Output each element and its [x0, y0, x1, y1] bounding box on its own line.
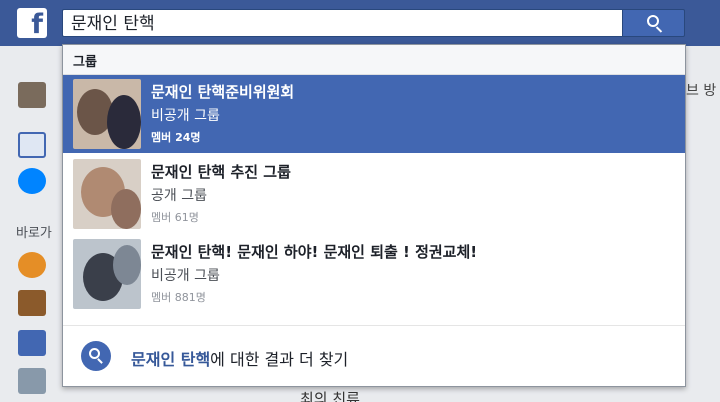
- member-count: 멤버 24명: [151, 131, 201, 144]
- shortcut-icon-1[interactable]: [18, 252, 46, 278]
- search-icon: [81, 341, 111, 371]
- search-query: 문재인 탄핵: [131, 350, 211, 369]
- search-button[interactable]: [622, 9, 685, 37]
- member-count: 멤버 61명: [151, 211, 199, 224]
- logo-letter: f: [31, 9, 43, 40]
- facebook-logo[interactable]: f: [17, 8, 47, 40]
- group-thumbnail: [73, 239, 141, 309]
- profile-avatar[interactable]: [18, 82, 46, 108]
- result-item[interactable]: 문재인 탄핵준비위원회 비공개 그룹 멤버 24명: [63, 75, 685, 153]
- group-privacy: 비공개 그룹: [151, 268, 220, 284]
- shortcuts-label: 바로가: [16, 226, 52, 241]
- group-privacy: 비공개 그룹: [151, 108, 220, 124]
- see-more-results[interactable]: 문재인 탄핵에 대한 결과 더 찾기: [63, 325, 685, 388]
- result-item[interactable]: 문재인 탄핵 추진 그룹 공개 그룹 멤버 61명: [63, 155, 685, 233]
- news-feed-icon[interactable]: [18, 132, 46, 158]
- search-input[interactable]: 문재인 탄핵: [62, 9, 622, 37]
- shortcut-icon-4[interactable]: [18, 368, 46, 394]
- group-privacy: 공개 그룹: [151, 188, 207, 204]
- group-name: 문재인 탄핵 추진 그룹: [151, 163, 291, 181]
- shortcut-icon-2[interactable]: [18, 290, 46, 316]
- messenger-icon[interactable]: [18, 168, 46, 194]
- group-name: 문재인 탄핵! 문재인 하야! 문재인 퇴출 ! 정권교체!: [151, 243, 478, 261]
- left-sidebar: 바로가: [0, 46, 62, 402]
- result-item[interactable]: 문재인 탄핵! 문재인 하야! 문재인 퇴출 ! 정권교체! 비공개 그룹 멤버…: [63, 235, 685, 313]
- search-results-dropdown: 그룹 문재인 탄핵준비위원회 비공개 그룹 멤버 24명 문재인 탄핵 추진 그…: [62, 44, 686, 387]
- group-thumbnail: [73, 79, 141, 149]
- search-icon: [647, 15, 659, 27]
- group-thumbnail: [73, 159, 141, 229]
- see-more-suffix: 에 대한 결과 더 찾기: [210, 350, 349, 369]
- see-more-label: 문재인 탄핵에 대한 결과 더 찾기: [131, 346, 348, 370]
- member-count: 멤버 881명: [151, 291, 206, 304]
- background-text: 브 방: [686, 83, 717, 99]
- groups-section-header: 그룹: [63, 45, 685, 75]
- group-name: 문재인 탄핵준비위원회: [151, 83, 295, 101]
- shortcut-icon-3[interactable]: [18, 330, 46, 356]
- top-navigation-bar: f 문재인 탄핵: [0, 0, 720, 46]
- background-heading: 최의 친류: [300, 390, 360, 402]
